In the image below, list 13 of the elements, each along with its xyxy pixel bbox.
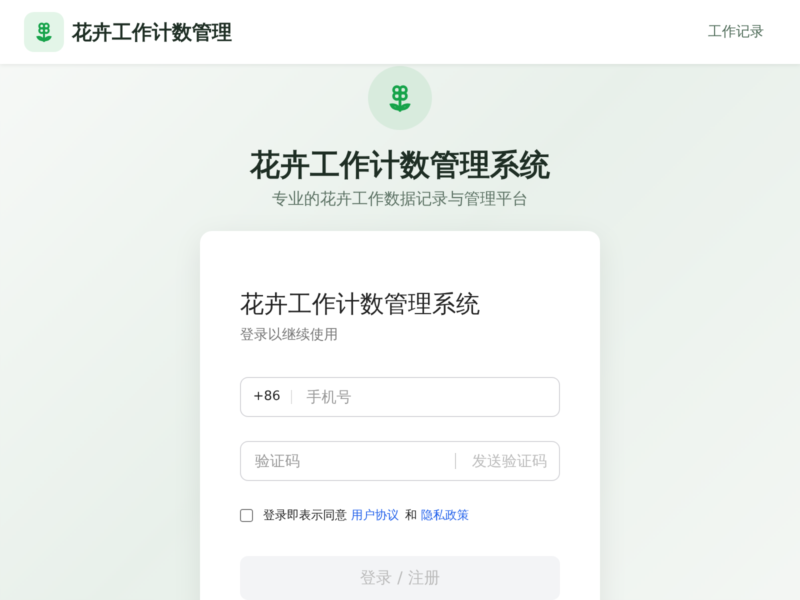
country-code[interactable]: +86 <box>253 390 292 404</box>
hero-title: 花卉工作计数管理系统 <box>250 147 550 185</box>
app-name: 花卉工作计数管理 <box>72 18 232 46</box>
user-agreement-link[interactable]: 用户协议 <box>351 507 399 524</box>
nav-link[interactable]: 工作记录 <box>708 23 764 41</box>
agreement-text: 登录即表示同意 <box>263 507 347 524</box>
card-subtitle: 登录以继续使用 <box>240 326 339 345</box>
hero-subtitle: 专业的花卉工作数据记录与管理平台 <box>272 188 528 210</box>
phone-field[interactable]: +86 手机号 <box>240 377 560 417</box>
agree-checkbox[interactable] <box>240 509 253 522</box>
agreement-text: 和 <box>405 507 417 524</box>
privacy-policy-link[interactable]: 隐私政策 <box>421 507 469 524</box>
card-title: 花卉工作计数管理系统 <box>240 289 481 320</box>
